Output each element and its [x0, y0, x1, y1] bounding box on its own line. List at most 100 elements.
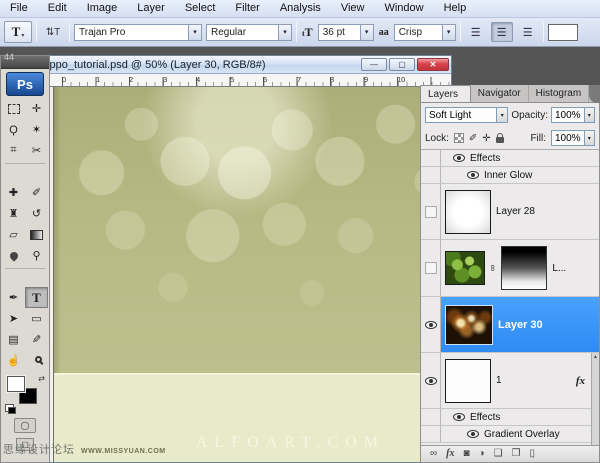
brush-tool[interactable]: ✐	[25, 182, 48, 203]
tab-layers[interactable]: Layers ×	[420, 85, 471, 117]
layer-style-icon[interactable]: fx	[446, 449, 454, 459]
layer-row-effects-2[interactable]: Effects	[421, 409, 599, 426]
layer-row-layer-1[interactable]: 1 fx	[421, 353, 599, 409]
layer-thumbnail[interactable]	[445, 251, 485, 285]
add-layer-mask-icon[interactable]: ◙	[463, 449, 469, 459]
scroll-up-icon[interactable]: ▲	[593, 354, 598, 360]
visibility-cell[interactable]	[421, 240, 441, 296]
layer-row-layer-28[interactable]: Layer 28	[421, 184, 599, 240]
hidden-eye-checkbox[interactable]	[424, 205, 437, 218]
layer-mask-thumbnail[interactable]	[501, 246, 548, 290]
visibility-cell[interactable]	[421, 150, 441, 166]
eye-icon[interactable]	[424, 320, 437, 329]
healing-brush-tool[interactable]: ✚	[2, 182, 25, 203]
chevron-down-icon[interactable]: ▾	[359, 24, 373, 40]
menu-layer[interactable]: Layer	[127, 0, 175, 17]
chevron-down-icon[interactable]: ▾	[441, 24, 455, 40]
layer-row-layer-30-selected[interactable]: Layer 30	[421, 297, 599, 353]
chevron-down-icon[interactable]: ▾	[278, 24, 291, 40]
text-orientation-button[interactable]: ⇅T	[41, 22, 65, 42]
link-layers-icon[interactable]: ∞	[430, 449, 437, 459]
minimize-button[interactable]: —	[361, 58, 387, 71]
warp-text-button[interactable]	[582, 23, 596, 41]
font-style-select[interactable]: Regular ▾	[206, 23, 292, 41]
visibility-cell[interactable]	[421, 297, 441, 352]
layer-thumbnail[interactable]	[445, 304, 493, 345]
eye-icon[interactable]	[467, 430, 479, 438]
tab-histogram[interactable]: Histogram	[529, 85, 590, 102]
new-group-icon[interactable]: ❏	[494, 449, 503, 459]
font-size-select[interactable]: 36 pt ▾	[317, 23, 374, 41]
pen-tool[interactable]: ✒	[2, 287, 25, 308]
lasso-tool[interactable]: Ϙ	[2, 119, 25, 140]
gradient-tool[interactable]	[25, 224, 48, 245]
font-family-select[interactable]: Trajan Pro ▾	[74, 23, 202, 41]
notes-tool[interactable]: ▤	[2, 329, 25, 350]
lock-all-icon[interactable]	[495, 132, 504, 143]
visibility-cell[interactable]	[421, 167, 441, 183]
lock-position-icon[interactable]: ✛	[482, 133, 490, 144]
text-color-swatch[interactable]	[546, 22, 579, 42]
adjustment-layer-icon[interactable]: ◑	[479, 449, 485, 459]
lock-transparency-icon[interactable]	[453, 133, 464, 143]
current-tool-button[interactable]: T ▾	[4, 21, 32, 43]
chevron-down-icon[interactable]: ▾	[583, 131, 594, 145]
new-layer-icon[interactable]: ❐	[512, 449, 521, 459]
delete-layer-icon[interactable]: ▯	[530, 449, 536, 459]
quick-mask-button[interactable]: ◯	[14, 418, 36, 433]
maximize-button[interactable]: ▢	[389, 58, 415, 71]
foreground-color-swatch[interactable]	[6, 375, 26, 393]
lock-paint-icon[interactable]: ✐	[469, 133, 477, 144]
menu-image[interactable]: Image	[77, 0, 128, 17]
chevron-down-icon[interactable]: ▾	[188, 24, 201, 40]
eye-icon[interactable]	[424, 376, 437, 385]
eye-icon[interactable]	[467, 171, 479, 179]
eye-icon[interactable]	[453, 154, 465, 162]
eraser-tool[interactable]: ▱	[2, 224, 25, 245]
move-tool[interactable]: ✛	[25, 98, 48, 119]
swap-colors-icon[interactable]: ⇄	[38, 374, 45, 383]
rectangular-marquee-tool[interactable]	[2, 98, 25, 119]
blur-tool[interactable]	[2, 245, 25, 266]
layer-row-inner-glow[interactable]: Inner Glow	[421, 167, 599, 184]
history-brush-tool[interactable]: ↺	[25, 203, 48, 224]
dodge-tool[interactable]: ⚲	[25, 245, 48, 266]
layer-thumbnail[interactable]	[445, 358, 491, 403]
visibility-cell[interactable]	[421, 426, 441, 442]
layer-row-gradient-overlay[interactable]: Gradient Overlay	[421, 426, 599, 443]
clone-stamp-tool[interactable]: ♜	[2, 203, 25, 224]
menu-analysis[interactable]: Analysis	[270, 0, 331, 17]
close-button[interactable]: ✕	[417, 58, 449, 71]
align-center-button[interactable]: ☰	[490, 22, 513, 42]
align-left-button[interactable]: ☰	[465, 22, 487, 42]
slice-tool[interactable]: ✂	[25, 140, 48, 161]
layer-row-masked[interactable]: ∞ L...	[421, 240, 599, 297]
menu-file[interactable]: File	[0, 0, 38, 17]
menu-filter[interactable]: Filter	[225, 0, 269, 17]
align-right-button[interactable]: ☰	[517, 22, 539, 42]
opacity-input[interactable]: 100% ▾	[551, 107, 595, 123]
mask-link-icon[interactable]: ∞	[488, 265, 498, 271]
shape-tool[interactable]: ▭	[25, 308, 48, 329]
eye-icon[interactable]	[453, 413, 465, 421]
document-title-bar[interactable]: hippo_tutorial.psd @ 50% (Layer 30, RGB/…	[36, 56, 451, 74]
menu-window[interactable]: Window	[374, 0, 433, 17]
path-selection-tool[interactable]: ➤	[2, 308, 25, 329]
default-colors-icon[interactable]	[5, 404, 16, 414]
zoom-tool[interactable]	[25, 350, 48, 371]
magic-wand-tool[interactable]: ✶	[25, 119, 48, 140]
hidden-eye-checkbox[interactable]	[424, 262, 437, 274]
fill-input[interactable]: 100% ▾	[551, 130, 595, 146]
canvas[interactable]	[54, 87, 451, 462]
chevron-down-icon[interactable]: ▾	[496, 108, 508, 122]
document-window[interactable]: hippo_tutorial.psd @ 50% (Layer 30, RGB/…	[35, 55, 452, 463]
menu-help[interactable]: Help	[434, 0, 477, 17]
visibility-cell[interactable]	[421, 353, 441, 408]
anti-alias-select[interactable]: Crisp ▾	[393, 23, 456, 41]
visibility-cell[interactable]	[421, 409, 441, 425]
horizontal-ruler[interactable]: 0 1 2 3 4 5 6 7 8 9 10	[36, 74, 451, 87]
chevron-down-icon[interactable]: ▾	[583, 108, 594, 122]
layers-scrollbar[interactable]: ▲	[591, 353, 599, 445]
menu-edit[interactable]: Edit	[38, 0, 77, 17]
hand-tool[interactable]: ☝	[2, 350, 25, 371]
